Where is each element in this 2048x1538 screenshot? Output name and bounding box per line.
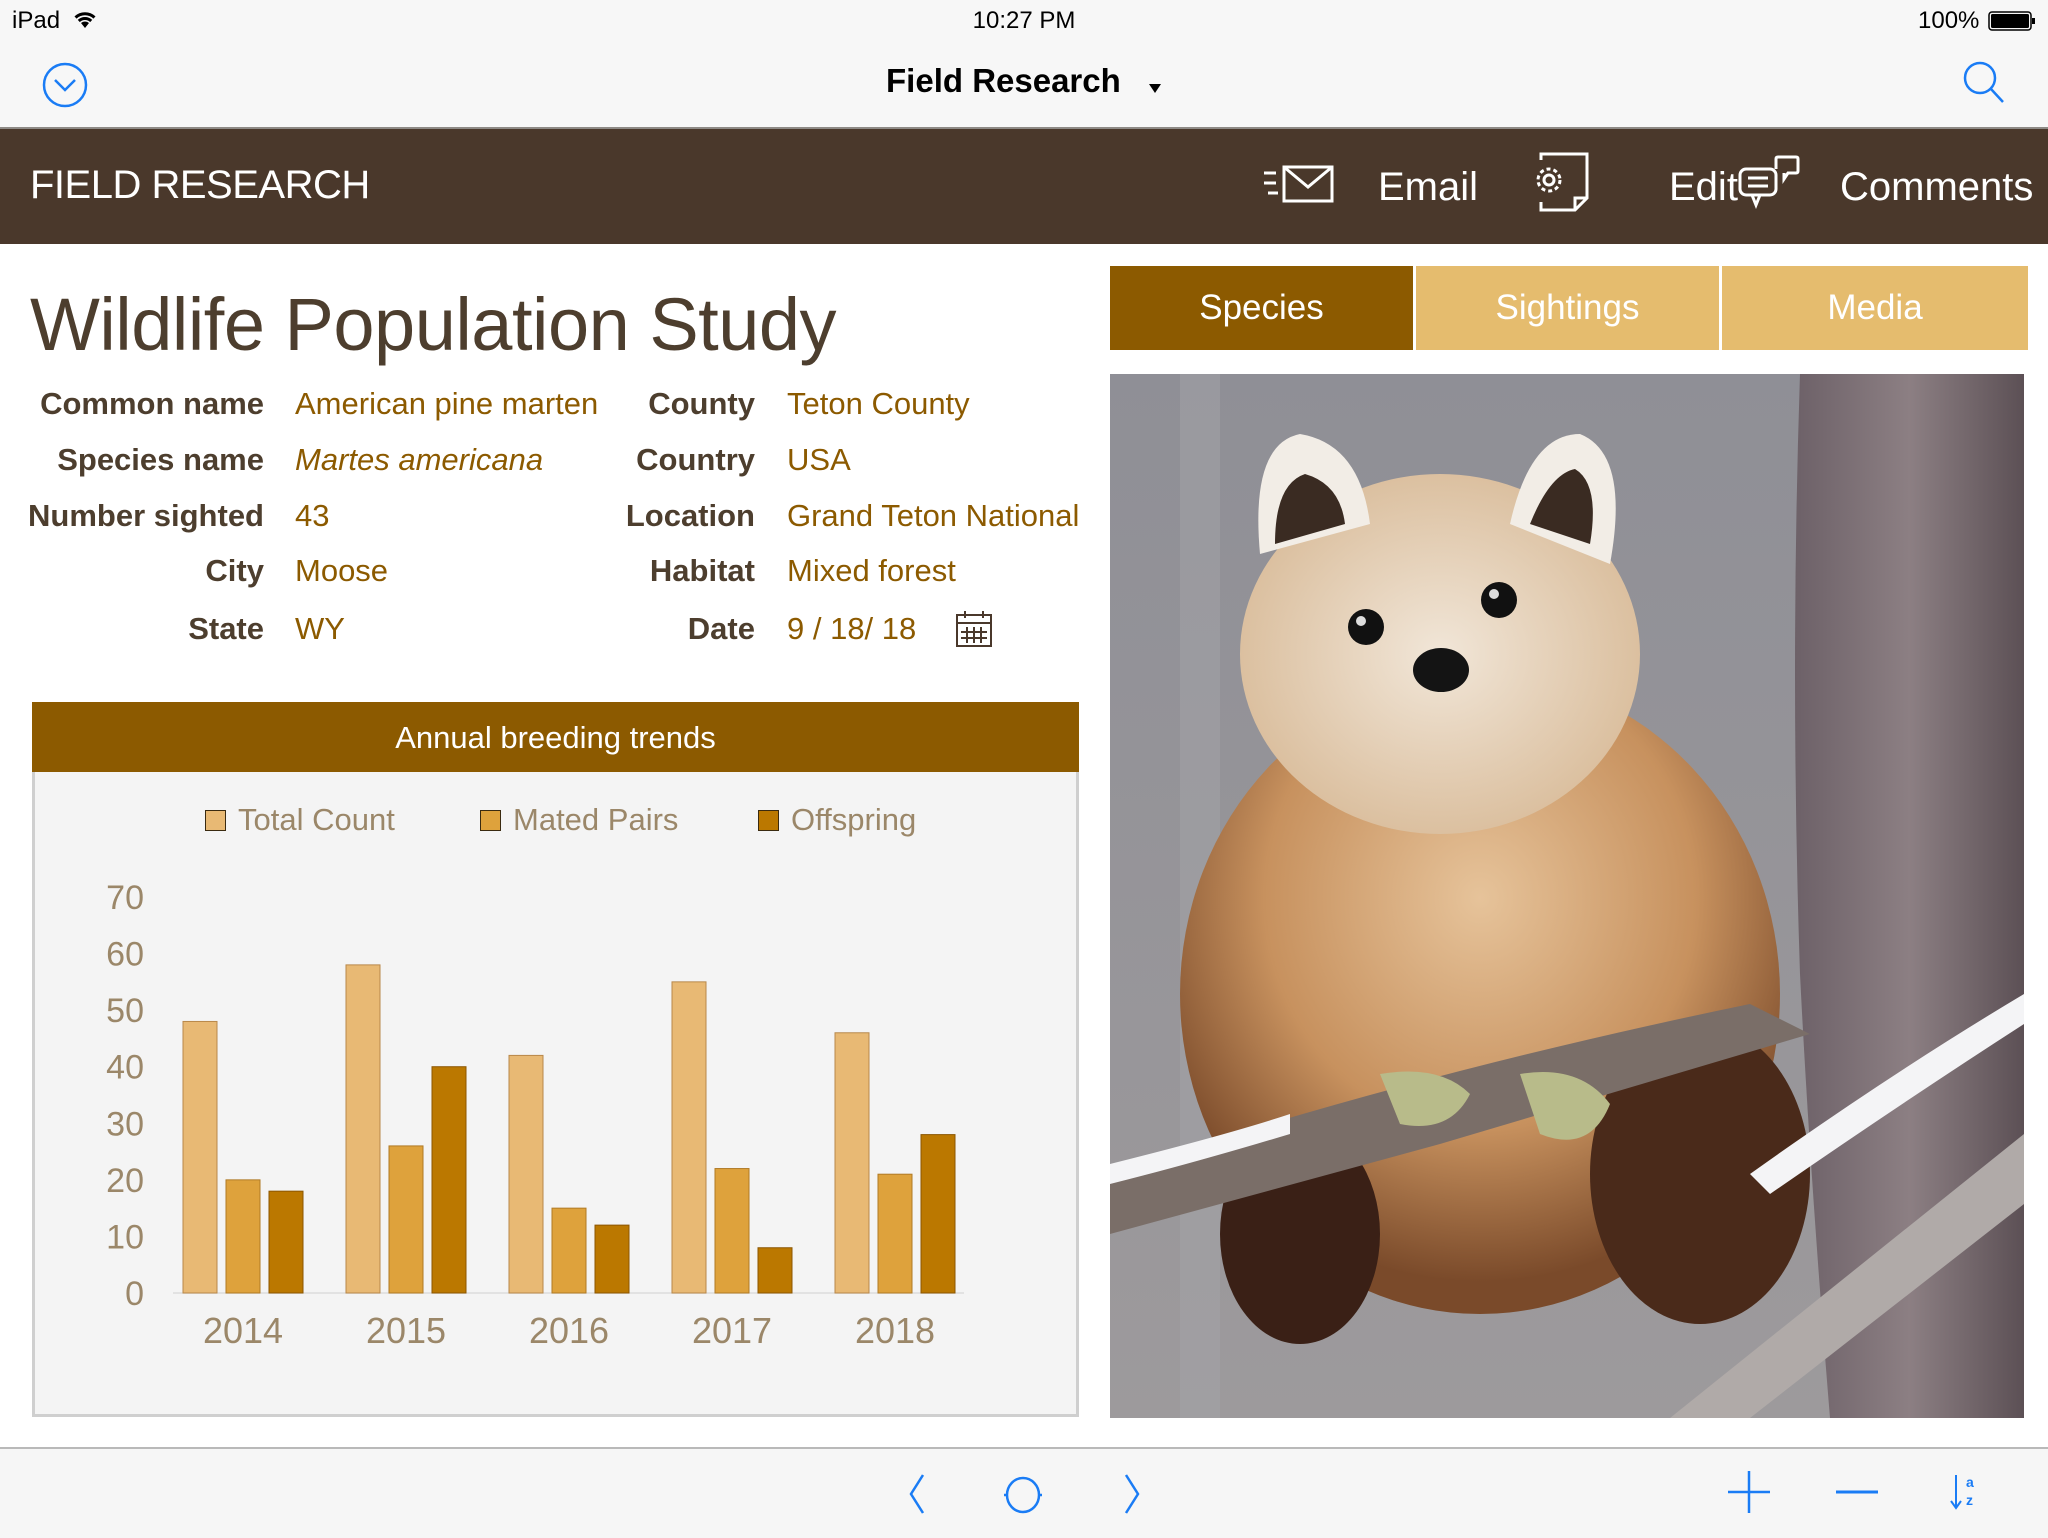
y-tick-label: 70 [106,879,144,917]
plus-icon [1728,1471,1770,1513]
tab-media-label: Media [1827,288,1923,327]
field-value-common-name[interactable]: American pine marten [295,386,598,422]
comments-button[interactable]: Comments [1738,155,2034,215]
bar-total-count-2015 [345,964,381,1294]
bar-chart: 0 10 20 30 40 50 60 70 2014 2015 2016 2017 2018 [106,879,964,1351]
chevron-right-icon [1124,1474,1140,1514]
record-title: Wildlife Population Study [30,283,837,366]
app-brand: FIELD RESEARCH [30,163,370,207]
field-label-county: County [648,386,755,421]
field-label-number-sighted: Number sighted [28,498,264,533]
chevron-left-icon [909,1474,925,1514]
bar-total-count-2016 [508,1054,544,1294]
sort-button[interactable]: az [1948,1471,1982,1518]
bar-offspring-2016 [594,1224,630,1294]
app-header: FIELD RESEARCH Email Edit Comments [0,127,2048,244]
field-value-habitat[interactable]: Mixed forest [787,553,956,589]
bar-offspring-2014 [268,1190,304,1294]
x-tick-label: 2015 [366,1310,446,1351]
y-tick-label: 40 [106,1049,144,1087]
previous-record-button[interactable] [905,1473,929,1520]
field-label-date: Date [687,611,755,646]
x-tick-label: 2018 [855,1310,935,1351]
field-value-city[interactable]: Moose [295,553,388,589]
email-label: Email [1378,164,1479,209]
pine-marten-image [1110,374,2024,1418]
field-value-date[interactable]: 9 / 18/ 18 [787,611,916,647]
bar-total-count-2014 [182,1020,218,1294]
calendar-icon[interactable] [955,610,993,653]
battery-icon [1988,11,2036,36]
bar-mated-pairs-2017 [714,1168,750,1294]
y-tick-label: 10 [106,1218,144,1256]
y-tick-label: 0 [125,1275,144,1313]
chart-title: Annual breeding trends [32,702,1079,772]
next-record-button[interactable] [1120,1473,1144,1520]
clock: 10:27 PM [972,7,1076,34]
tab-media[interactable]: Media [1722,266,2028,350]
field-value-location[interactable]: Grand Teton National [787,498,1079,534]
dropdown-caret-icon [1148,64,1162,102]
field-label-city: City [205,553,264,588]
tab-sightings[interactable]: Sightings [1416,266,1719,350]
bar-mated-pairs-2016 [551,1207,587,1294]
field-value-county[interactable]: Teton County [787,386,970,422]
email-icon [1262,159,1378,215]
bar-offspring-2018 [920,1134,956,1294]
bar-offspring-2017 [757,1247,793,1294]
field-label-country: Country [636,442,755,477]
x-tick-label: 2014 [203,1310,283,1351]
field-label-habitat: Habitat [649,553,755,588]
record-indicator-button[interactable] [1002,1475,1044,1520]
delete-record-button[interactable] [1834,1469,1880,1520]
email-button[interactable]: Email [1262,159,1478,215]
nav-title: Field Research [886,62,1121,99]
bar-mated-pairs-2015 [388,1145,424,1294]
battery-percentage: 100% [1918,7,1980,34]
bar-mated-pairs-2014 [225,1179,261,1294]
bar-total-count-2017 [671,981,707,1294]
edit-label: Edit [1669,164,1738,209]
tab-species[interactable]: Species [1110,266,1413,350]
y-tick-label: 30 [106,1105,144,1143]
field-value-country[interactable]: USA [787,442,851,478]
bottom-toolbar: az [0,1447,2048,1538]
bar-total-count-2018 [834,1032,870,1294]
tab-species-label: Species [1199,288,1324,327]
y-tick-label: 50 [106,992,144,1030]
svg-text:z: z [1966,1492,1973,1508]
nav-title-menu[interactable]: Field Research [0,62,2048,102]
field-value-number-sighted[interactable]: 43 [295,498,329,534]
search-icon[interactable] [1962,60,2006,113]
sort-az-icon: az [1950,1474,1974,1510]
circle-icon [1004,1476,1042,1514]
minus-icon [1836,1490,1878,1494]
add-record-button[interactable] [1726,1469,1772,1520]
species-photo [1110,374,2024,1418]
x-tick-label: 2017 [692,1310,772,1351]
navigation-bar: Field Research [0,42,2048,127]
comments-label: Comments [1840,164,2034,209]
field-label-state: State [188,611,264,646]
field-value-state[interactable]: WY [295,611,345,647]
edit-document-icon [1533,152,1633,222]
comments-icon [1738,155,1840,219]
y-tick-label: 60 [106,936,144,974]
bar-offspring-2015 [431,1066,467,1294]
field-label-species-name: Species name [57,442,264,477]
tab-sightings-label: Sightings [1495,288,1640,327]
field-label-common-name: Common name [40,386,264,421]
y-tick-label: 20 [106,1162,144,1200]
field-value-species-name[interactable]: Martes americana [295,442,543,478]
bar-mated-pairs-2018 [877,1173,913,1294]
field-label-location: Location [625,498,755,533]
status-bar: iPad 10:27 PM 100% [0,0,2048,42]
edit-button[interactable]: Edit [1533,152,1738,215]
x-tick-label: 2016 [529,1310,609,1351]
svg-text:a: a [1966,1474,1974,1490]
